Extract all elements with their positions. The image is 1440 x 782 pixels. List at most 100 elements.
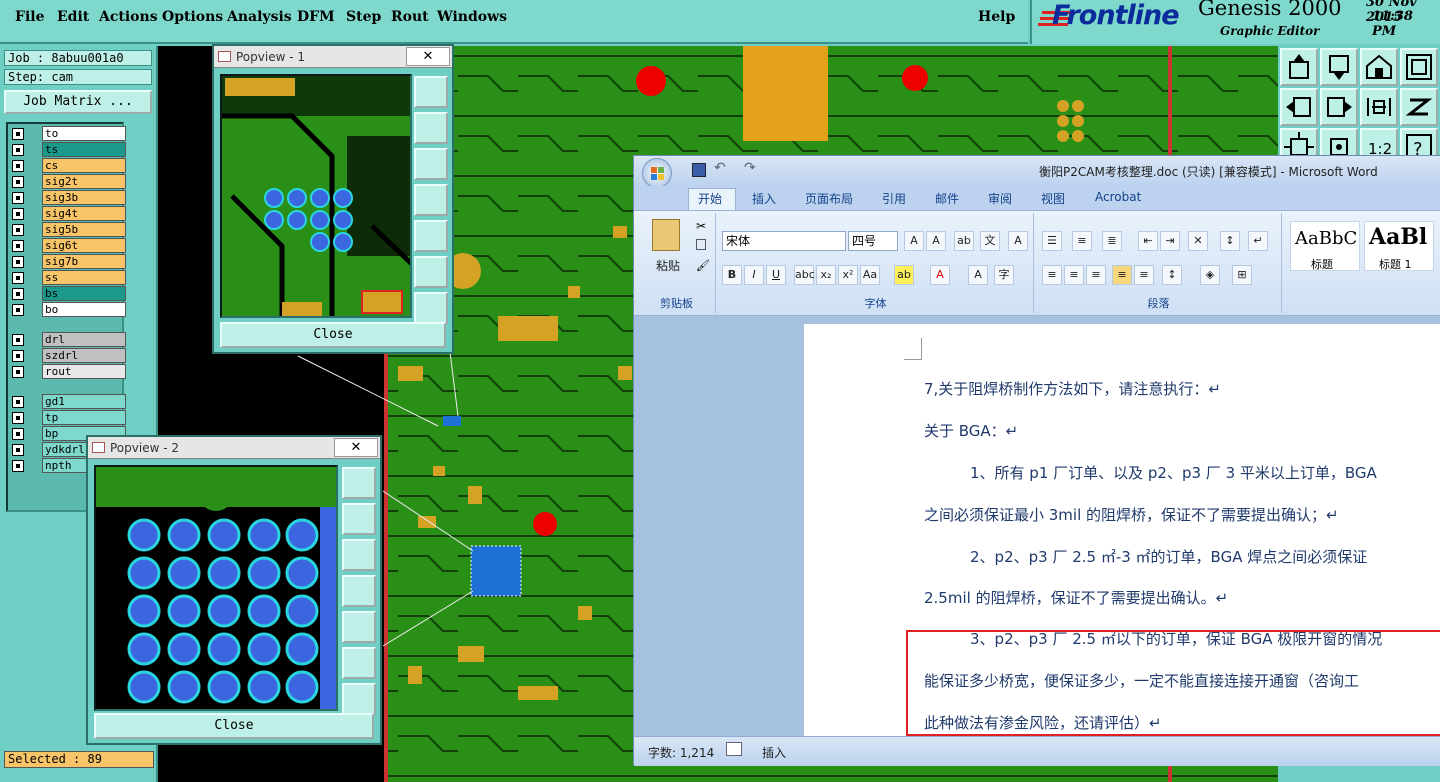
change-case-icon[interactable]: Aa (860, 265, 880, 285)
save-icon[interactable] (692, 163, 706, 177)
increase-indent-icon[interactable]: ⇥ (1160, 231, 1180, 251)
tab-references[interactable]: 引用 (882, 190, 906, 207)
bullets-icon[interactable]: ☰ (1042, 231, 1062, 251)
pan-left-icon[interactable] (414, 184, 448, 216)
tab-review[interactable]: 审阅 (988, 190, 1012, 207)
pan-up-icon[interactable] (342, 503, 376, 535)
sort-icon[interactable]: ↕ (1220, 231, 1240, 251)
menu-analysis[interactable]: Analysis (227, 9, 292, 25)
shrink-font-icon[interactable]: A (926, 231, 946, 251)
layer-name[interactable]: ss (42, 270, 126, 285)
layer-name[interactable]: bo (42, 302, 126, 317)
font-color-icon[interactable]: A (930, 265, 950, 285)
move-left-icon[interactable] (1280, 88, 1318, 126)
asian-layout-icon[interactable]: ✕ (1188, 231, 1208, 251)
zoom-fit-icon[interactable] (414, 76, 448, 108)
multilevel-list-icon[interactable]: ≣ (1102, 231, 1122, 251)
tab-acrobat[interactable]: Acrobat (1095, 190, 1141, 204)
popview-1-close-button[interactable]: Close (220, 322, 446, 348)
menu-dfm[interactable]: DFM (297, 9, 335, 25)
italic-icon[interactable]: I (744, 265, 764, 285)
strikethrough-icon[interactable]: abc (794, 265, 815, 285)
decrease-indent-icon[interactable]: ⇤ (1138, 231, 1158, 251)
layer-checkbox[interactable] (12, 208, 24, 220)
layer-name[interactable]: sig4t (42, 206, 126, 221)
menu-edit[interactable]: Edit (57, 9, 89, 25)
pan-down-icon[interactable] (342, 539, 376, 571)
layer-checkbox[interactable] (12, 224, 24, 236)
layer-checkbox[interactable] (12, 176, 24, 188)
job-matrix-button[interactable]: Job Matrix ... (4, 90, 152, 114)
layer-row-sig4t[interactable]: sig4t (10, 206, 126, 221)
numbering-icon[interactable]: ≡ (1072, 231, 1092, 251)
layer-name[interactable]: sig5b (42, 222, 126, 237)
bold-icon[interactable]: B (722, 265, 742, 285)
align-left-icon[interactable]: ≡ (1042, 265, 1062, 285)
paste-label[interactable]: 粘贴 (656, 257, 680, 274)
layer-row-ts[interactable]: ts (10, 142, 126, 157)
zoom-in-icon[interactable] (414, 256, 448, 288)
layer-row-bo[interactable]: bo (10, 302, 126, 317)
paste-icon[interactable] (652, 219, 680, 251)
font-name-select[interactable]: 宋体 (722, 231, 846, 251)
layer-row-sig7b[interactable]: sig7b (10, 254, 126, 269)
copy-icon[interactable] (696, 239, 706, 250)
layer-checkbox[interactable] (12, 272, 24, 284)
layer-checkbox[interactable] (12, 160, 24, 172)
pan-down-icon[interactable] (414, 148, 448, 180)
home-icon[interactable] (1360, 48, 1398, 86)
menu-step[interactable]: Step (346, 9, 381, 25)
tab-view[interactable]: 视图 (1041, 190, 1065, 207)
layer-checkbox[interactable] (12, 240, 24, 252)
layer-checkbox[interactable] (12, 428, 24, 440)
layer-checkbox[interactable] (12, 460, 24, 472)
clear-format-icon[interactable]: ab (954, 231, 974, 251)
layer-checkbox[interactable] (12, 412, 24, 424)
close-icon[interactable]: ✕ (334, 438, 378, 457)
phonetic-icon[interactable]: 文 (980, 231, 1000, 251)
menu-help[interactable]: Help (978, 9, 1015, 25)
layer-name[interactable]: tp (42, 410, 126, 425)
move-right-icon[interactable] (1320, 88, 1358, 126)
layer-row-sig3b[interactable]: sig3b (10, 190, 126, 205)
char-shading-icon[interactable]: A (968, 265, 988, 285)
pan-right-icon[interactable] (414, 220, 448, 252)
layer-name[interactable]: sig3b (42, 190, 126, 205)
move-up-icon[interactable] (1280, 48, 1318, 86)
layer-name[interactable]: to (42, 126, 126, 141)
subscript-icon[interactable]: x₂ (816, 265, 836, 285)
word-titlebar[interactable]: ↶ ↷ 衡阳P2CAM考核整理.doc (只读) [兼容模式] - Micros… (634, 156, 1440, 188)
layer-row-sig2t[interactable]: sig2t (10, 174, 126, 189)
layer-row-cs[interactable]: cs (10, 158, 126, 173)
layer-checkbox[interactable] (12, 304, 24, 316)
zoom-out-icon[interactable] (342, 683, 376, 715)
zoom-in-icon[interactable] (342, 647, 376, 679)
borders-icon[interactable]: ⊞ (1232, 265, 1252, 285)
layer-checkbox[interactable] (12, 334, 24, 346)
layer-row-bs[interactable]: bs (10, 286, 126, 301)
highlight-icon[interactable]: ab (894, 265, 914, 285)
layer-name[interactable]: sig2t (42, 174, 126, 189)
layer-checkbox[interactable] (12, 288, 24, 300)
menu-windows[interactable]: Windows (437, 9, 507, 25)
layer-name[interactable]: rout (42, 364, 126, 379)
layer-checkbox[interactable] (12, 128, 24, 140)
style-heading[interactable]: AaBbC 标题 (1290, 221, 1360, 271)
pan-left-icon[interactable] (342, 575, 376, 607)
superscript-icon[interactable]: x² (838, 265, 858, 285)
redo-icon[interactable]: ↷ (744, 160, 756, 176)
menu-rout[interactable]: Rout (391, 9, 429, 25)
layer-row-szdrl[interactable]: szdrl (10, 348, 126, 363)
close-icon[interactable]: ✕ (406, 47, 450, 66)
layer-name[interactable]: drl (42, 332, 126, 347)
popview-1-titlebar[interactable]: Popview - 1 ✕ (214, 46, 452, 68)
distribute-icon[interactable]: ≡ (1134, 265, 1154, 285)
layer-name[interactable]: bs (42, 286, 126, 301)
justify-icon[interactable]: ≡ (1112, 265, 1132, 285)
show-marks-icon[interactable]: ↵ (1248, 231, 1268, 251)
layer-name[interactable]: sig7b (42, 254, 126, 269)
layer-row-gd1[interactable]: gd1 (10, 394, 126, 409)
layer-name[interactable]: ts (42, 142, 126, 157)
layer-checkbox[interactable] (12, 144, 24, 156)
word-count[interactable]: 字数: 1,214 (648, 744, 714, 761)
